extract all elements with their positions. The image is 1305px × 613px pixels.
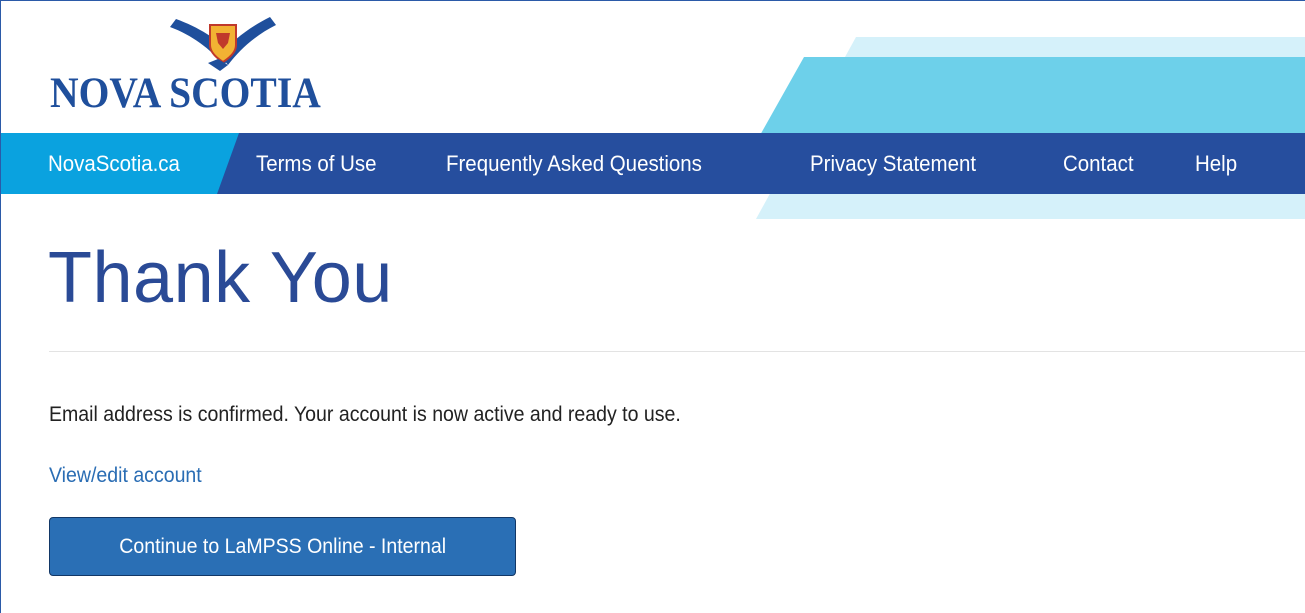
page-title: Thank You — [48, 238, 393, 318]
view-edit-account-link[interactable]: View/edit account — [49, 464, 202, 488]
nova-scotia-logo[interactable]: NOVA SCOTIA — [50, 15, 390, 117]
continue-button[interactable]: Continue to LaMPSS Online - Internal — [49, 517, 516, 576]
nav-item-novascotia[interactable]: NovaScotia.ca — [48, 133, 180, 194]
logo-wordmark: NOVA SCOTIA — [50, 70, 321, 117]
saltire-crest-icon — [170, 17, 276, 71]
nav-item-privacy-statement[interactable]: Privacy Statement — [810, 133, 976, 194]
page-frame: NOVA SCOTIA NovaScotia.ca Terms of Use F… — [0, 0, 1305, 613]
header-decor-stripe-mid — [759, 57, 1305, 137]
site-header: NOVA SCOTIA NovaScotia.ca Terms of Use F… — [1, 1, 1305, 219]
nav-item-help[interactable]: Help — [1195, 133, 1237, 194]
nav-item-terms-of-use[interactable]: Terms of Use — [256, 133, 377, 194]
title-divider — [49, 351, 1305, 352]
main-nav: NovaScotia.ca Terms of Use Frequently As… — [1, 133, 1305, 194]
confirmation-message: Email address is confirmed. Your account… — [49, 403, 681, 426]
nav-item-contact[interactable]: Contact — [1063, 133, 1134, 194]
nav-item-faq[interactable]: Frequently Asked Questions — [446, 133, 702, 194]
continue-button-label: Continue to LaMPSS Online - Internal — [119, 534, 446, 558]
